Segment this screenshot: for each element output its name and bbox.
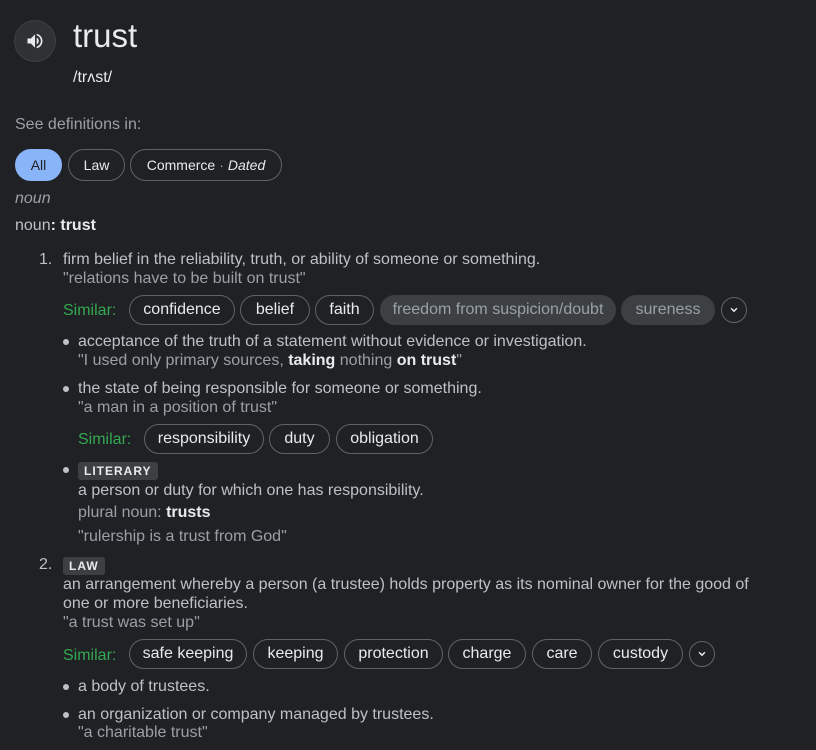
- similar-chip[interactable]: duty: [269, 424, 330, 454]
- chip-commerce-label: Commerce: [146, 157, 216, 173]
- chip-separator: ·: [219, 157, 224, 173]
- bullet: [63, 467, 69, 473]
- headword-title: trust: [73, 17, 138, 54]
- bullet: [63, 339, 69, 345]
- subsense-definition: the state of being responsible for someo…: [78, 380, 482, 397]
- definition: firm belief in the reliability, truth, o…: [63, 251, 541, 268]
- subsense-definition: a person or duty for which one has respo…: [78, 482, 424, 499]
- similar-chip[interactable]: belief: [240, 295, 310, 325]
- headword-line: noun: trust: [15, 217, 96, 234]
- similar-chip[interactable]: protection: [344, 639, 443, 669]
- subsense-definition: acceptance of the truth of a statement w…: [78, 333, 587, 350]
- definition: one or more beneficiaries.: [63, 595, 248, 612]
- sense-number: 2.: [39, 556, 53, 573]
- speaker-icon: [27, 33, 43, 49]
- similar-label: Similar:: [78, 431, 132, 448]
- pronounce-button[interactable]: [14, 20, 56, 62]
- similar-label: Similar:: [63, 302, 117, 319]
- chip-commerce-qualifier: Dated: [227, 157, 266, 173]
- phonetic: /trʌst/: [73, 69, 113, 86]
- subsense-example: "rulership is a trust from God": [78, 528, 287, 545]
- expand-similar-button[interactable]: [689, 641, 715, 667]
- plural-noun: plural noun: trusts: [78, 504, 211, 521]
- subsense-example: "a man in a position of trust": [78, 399, 278, 416]
- expand-similar-button[interactable]: [721, 297, 747, 323]
- similar-label: Similar:: [63, 647, 117, 664]
- domain-tag: LAW: [63, 557, 105, 575]
- bullet: [63, 712, 69, 718]
- chip-all[interactable]: All: [15, 149, 62, 181]
- chip-law-label: Law: [83, 157, 110, 173]
- part-of-speech: noun: [15, 190, 51, 207]
- bullet: [63, 386, 69, 392]
- similar-chip[interactable]: confidence: [129, 295, 235, 325]
- similar-chip[interactable]: faith: [315, 295, 374, 325]
- see-definitions-label: See definitions in:: [15, 116, 142, 133]
- example: "a trust was set up": [63, 614, 200, 631]
- similar-chip[interactable]: obligation: [336, 424, 433, 454]
- subsense-example: "a charitable trust": [78, 724, 208, 741]
- sense-number: 1.: [39, 251, 53, 268]
- chevron-down-icon: [698, 651, 706, 657]
- chip-commerce[interactable]: Commerce · Dated: [130, 149, 282, 181]
- similar-chip[interactable]: responsibility: [144, 424, 264, 454]
- similar-chip[interactable]: keeping: [253, 639, 338, 669]
- definition: an arrangement whereby a person (a trust…: [63, 576, 749, 593]
- subsense-definition: an organization or company managed by tr…: [78, 706, 434, 723]
- bullet: [63, 684, 69, 690]
- chevron-down-icon: [730, 307, 738, 313]
- chip-all-label: All: [30, 157, 47, 173]
- similar-chip[interactable]: sureness: [621, 295, 715, 325]
- example: "relations have to be built on trust": [63, 270, 306, 287]
- headword: trust: [60, 217, 96, 234]
- register-tag: LITERARY: [78, 462, 158, 480]
- subsense-example: "I used only primary sources, taking not…: [78, 352, 462, 369]
- similar-chip[interactable]: custody: [598, 639, 683, 669]
- similar-chip[interactable]: care: [532, 639, 592, 669]
- similar-chip[interactable]: charge: [448, 639, 526, 669]
- subsense-definition: a body of trustees.: [78, 678, 210, 695]
- similar-chip[interactable]: safe keeping: [129, 639, 247, 669]
- chip-law[interactable]: Law: [68, 149, 125, 181]
- similar-chip[interactable]: freedom from suspicion/doubt: [380, 295, 616, 325]
